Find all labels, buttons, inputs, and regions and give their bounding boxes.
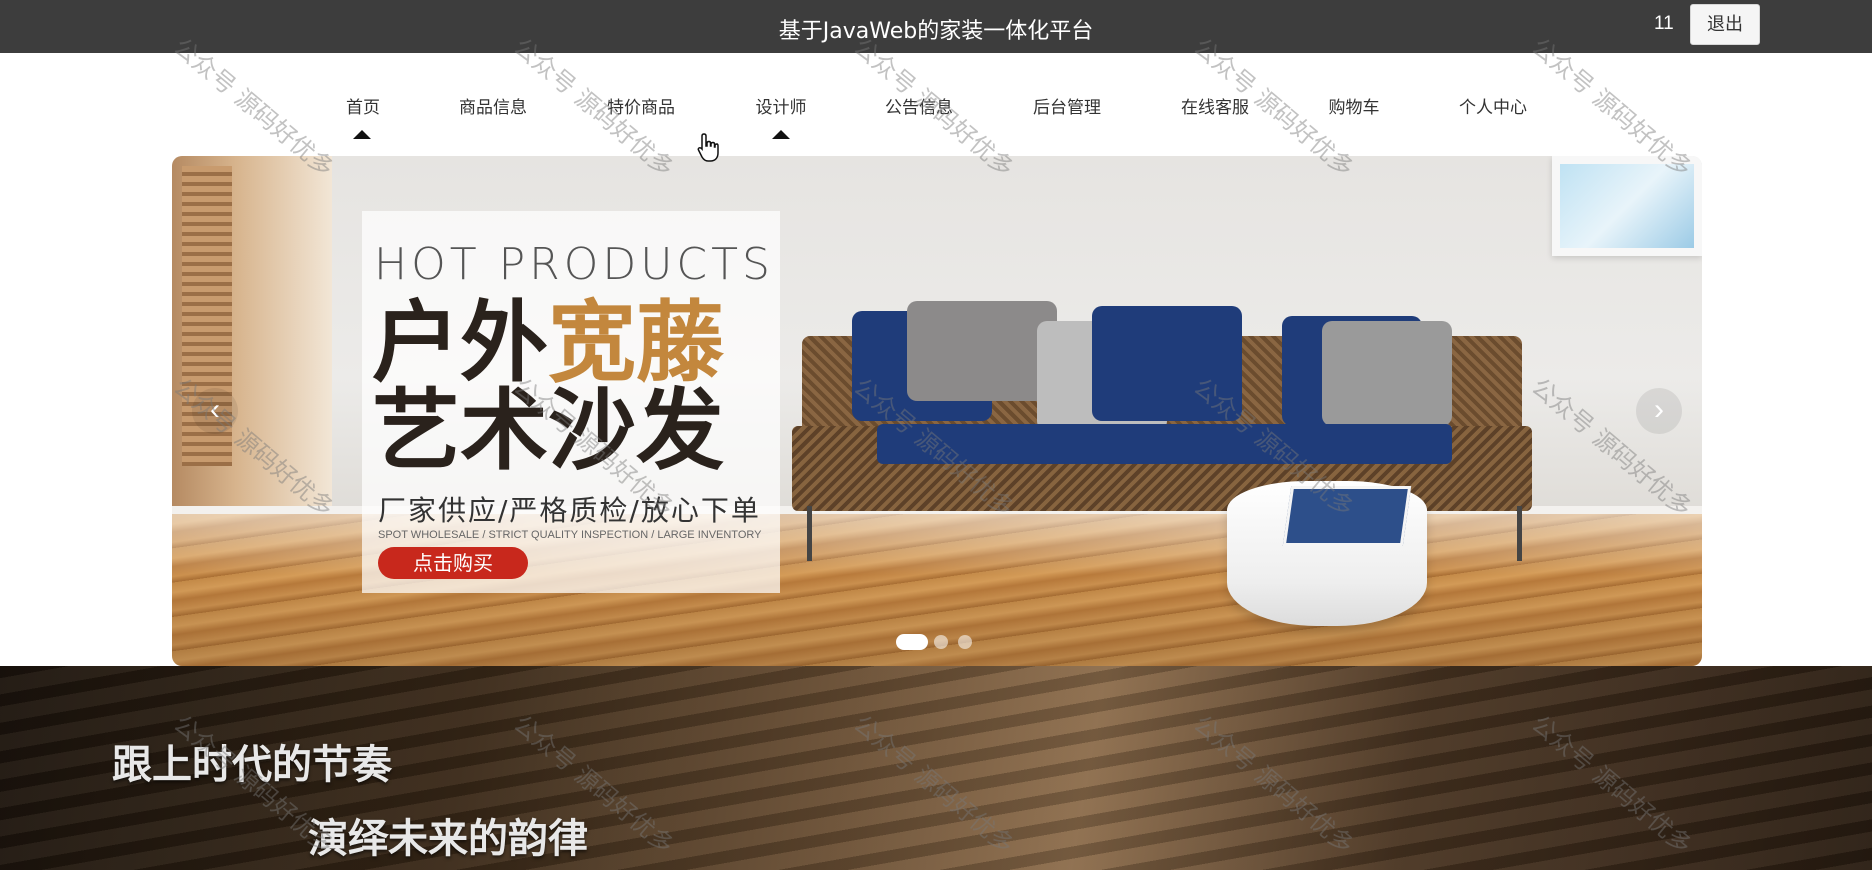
sofa-seat bbox=[877, 424, 1452, 464]
site-title: 基于JavaWeb的家装一体化平台 bbox=[778, 19, 1094, 44]
carousel-next-icon[interactable]: › bbox=[1636, 388, 1682, 434]
nav-item-designers[interactable]: 设计师 bbox=[756, 93, 807, 118]
wall-art bbox=[1552, 156, 1702, 256]
hover-indicator-icon bbox=[772, 130, 790, 139]
feature-section: 跟上时代的节奏 演绎未来的韵律 bbox=[0, 666, 1872, 870]
nav-item-notices[interactable]: 公告信息 bbox=[885, 93, 953, 118]
user-id: 11 bbox=[1654, 13, 1674, 34]
nav-item-cart[interactable]: 购物车 bbox=[1329, 93, 1380, 118]
top-bar: 基于JavaWeb的家装一体化平台 11 退出 bbox=[0, 0, 1872, 53]
promo-eyebrow: HOT PRODUCTS bbox=[374, 239, 774, 290]
carousel-prev-icon[interactable]: ‹ bbox=[192, 388, 238, 434]
banner-carousel[interactable]: HOT PRODUCTS 户外宽藤 艺术沙发 厂家供应/严格质检/放心下单 SP… bbox=[172, 156, 1702, 666]
active-indicator-icon bbox=[353, 130, 371, 139]
nav-item-products[interactable]: 商品信息 bbox=[459, 93, 527, 118]
tagline-secondary: 演绎未来的韵律 bbox=[308, 816, 588, 862]
carousel-dot-3[interactable] bbox=[958, 635, 972, 649]
main-nav: 首页 商品信息 特价商品 设计师 公告信息 后台管理 在线客服 购物车 个人中心 bbox=[0, 53, 1872, 153]
cushion bbox=[1092, 306, 1242, 421]
nav-item-admin[interactable]: 后台管理 bbox=[1033, 93, 1101, 118]
banner-window bbox=[172, 156, 332, 511]
nav-item-home[interactable]: 首页 bbox=[346, 93, 380, 118]
cushion bbox=[1322, 321, 1452, 426]
carousel-dot-1[interactable] bbox=[896, 634, 928, 650]
logout-button[interactable]: 退出 bbox=[1690, 4, 1760, 45]
tagline-primary: 跟上时代的节奏 bbox=[112, 742, 392, 788]
promo-slogan: 厂家供应/严格质检/放心下单 bbox=[378, 494, 761, 527]
book bbox=[1282, 486, 1412, 546]
promo-headline-1: 户外宽藤 bbox=[372, 299, 724, 387]
hand-cursor-icon bbox=[697, 133, 719, 162]
nav-item-specials[interactable]: 特价商品 bbox=[607, 93, 675, 118]
buy-now-button[interactable]: 点击购买 bbox=[378, 547, 528, 579]
cushion bbox=[907, 301, 1057, 401]
promo-card: HOT PRODUCTS 户外宽藤 艺术沙发 厂家供应/严格质检/放心下单 SP… bbox=[362, 211, 780, 593]
nav-item-support[interactable]: 在线客服 bbox=[1181, 93, 1249, 118]
promo-headline-2: 艺术沙发 bbox=[372, 379, 725, 482]
nav-item-profile[interactable]: 个人中心 bbox=[1459, 93, 1527, 118]
promo-slogan-en: SPOT WHOLESALE / STRICT QUALITY INSPECTI… bbox=[378, 529, 762, 541]
carousel-dot-2[interactable] bbox=[934, 635, 948, 649]
